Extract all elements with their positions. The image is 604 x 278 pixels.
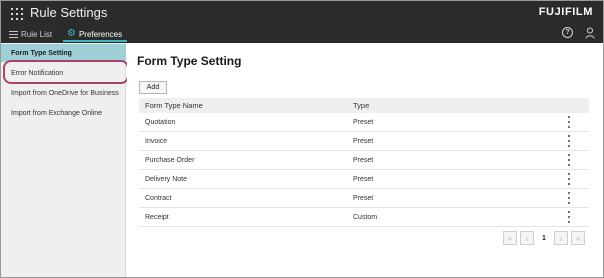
tab-rule-list-label: Rule List [21,29,53,39]
sidebar: Form Type Setting Error Notification Imp… [1,43,126,277]
cell-type: Preset [353,194,374,202]
first-page-button[interactable]: « [503,231,517,245]
sidebar-item-label: Import from OneDrive for Business [11,89,119,97]
column-header-type: Type [353,101,370,110]
cell-type: Preset [353,156,374,164]
cell-form-type-name: Delivery Note [145,175,188,183]
form-type-table: Form Type Name Type Quotation Preset Inv… [139,98,589,227]
table-row[interactable]: Invoice Preset [139,132,589,151]
add-button[interactable]: Add [139,81,167,94]
tab-preferences-label: Preferences [78,29,123,39]
gear-icon: ⚙ [67,28,76,39]
table-header: Form Type Name Type [139,98,589,113]
sidebar-item-form-type-setting[interactable]: Form Type Setting [1,44,126,62]
current-page-number: 1 [542,234,546,242]
app-window: Rule Settings FUJIFILM Rule List ⚙ Prefe… [0,0,604,278]
column-header-form-type-name: Form Type Name [145,101,203,110]
app-title: Rule Settings [30,5,108,20]
cell-form-type-name: Purchase Order [145,156,195,164]
more-options-icon[interactable] [565,192,573,204]
sidebar-item-label: Form Type Setting [11,49,72,57]
sidebar-item-import-exchange[interactable]: Import from Exchange Online [1,104,126,122]
cell-type: Custom [353,213,378,221]
list-icon [9,30,18,38]
prev-page-button[interactable]: ‹ [520,231,534,245]
help-icon[interactable]: ? [562,27,573,38]
more-options-icon[interactable] [565,173,573,185]
cell-type: Preset [353,137,374,145]
last-page-button[interactable]: » [571,231,585,245]
sidebar-item-error-notification[interactable]: Error Notification [1,64,126,82]
next-page-button[interactable]: › [554,231,568,245]
sidebar-item-import-onedrive[interactable]: Import from OneDrive for Business [1,84,126,102]
sidebar-item-label: Import from Exchange Online [11,109,103,117]
more-options-icon[interactable] [565,135,573,147]
sidebar-item-label: Error Notification [11,69,64,77]
app-grid-icon[interactable] [11,8,23,20]
pagination: « ‹ 1 › » [503,231,585,245]
brand-logo: FUJIFILM [538,6,593,18]
more-options-icon[interactable] [565,154,573,166]
table-row[interactable]: Contract Preset [139,189,589,208]
active-tab-indicator [63,40,127,42]
tab-rule-list[interactable]: Rule List [9,26,52,42]
page-title: Form Type Setting [137,54,242,68]
cell-type: Preset [353,118,374,126]
user-icon[interactable] [585,27,595,39]
more-options-icon[interactable] [565,116,573,128]
cell-form-type-name: Invoice [145,137,168,145]
main-content: Form Type Setting Add Form Type Name Typ… [127,43,603,277]
cell-form-type-name: Quotation [145,118,176,126]
table-row[interactable]: Delivery Note Preset [139,170,589,189]
top-bar: Rule Settings FUJIFILM Rule List ⚙ Prefe… [1,1,603,43]
table-row[interactable]: Receipt Custom [139,208,589,227]
table-row[interactable]: Purchase Order Preset [139,151,589,170]
cell-type: Preset [353,175,374,183]
table-row[interactable]: Quotation Preset [139,113,589,132]
more-options-icon[interactable] [565,211,573,223]
cell-form-type-name: Contract [145,194,172,202]
cell-form-type-name: Receipt [145,213,169,221]
